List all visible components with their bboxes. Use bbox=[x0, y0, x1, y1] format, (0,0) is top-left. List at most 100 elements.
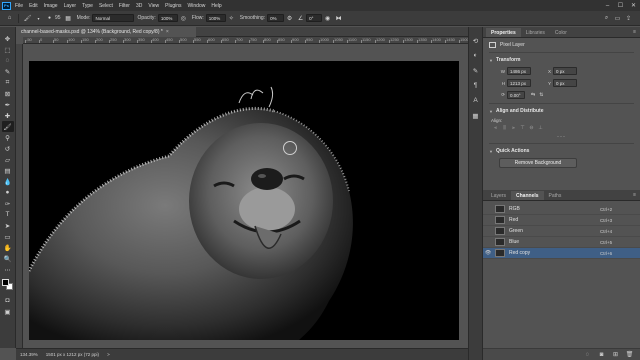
transform-section-title[interactable]: ▼ Transform bbox=[489, 57, 634, 63]
status-menu-arrow[interactable]: > bbox=[107, 352, 110, 357]
frame-tool-icon[interactable]: ⊠ bbox=[2, 88, 14, 99]
y-field[interactable]: 0 px bbox=[553, 79, 577, 87]
menu-help[interactable]: Help bbox=[211, 3, 221, 9]
quick-select-tool-icon[interactable]: ✎ bbox=[2, 66, 14, 77]
channel-row-red[interactable]: Red Ctrl+3 bbox=[483, 215, 640, 226]
brush-tip-icon[interactable]: ● bbox=[45, 14, 54, 23]
move-tool-icon[interactable]: ✥ bbox=[2, 33, 14, 44]
pen-tool-icon[interactable]: ✑ bbox=[2, 198, 14, 209]
canvas-area[interactable] bbox=[23, 44, 468, 348]
foreground-color-swatch[interactable] bbox=[1, 279, 9, 286]
menu-3d[interactable]: 3D bbox=[136, 3, 142, 9]
brush-tool-preset-icon[interactable]: 🖌 bbox=[23, 14, 32, 23]
menu-plugins[interactable]: Plugins bbox=[165, 3, 181, 9]
maximize-button[interactable]: ☐ bbox=[614, 2, 627, 9]
mode-select[interactable]: Normal bbox=[92, 14, 135, 22]
clone-stamp-tool-icon[interactable]: ⚲ bbox=[2, 132, 14, 143]
align-top-icon[interactable]: ⊤ bbox=[518, 125, 527, 132]
swatches-icon[interactable]: ▦ bbox=[470, 110, 481, 121]
tab-color[interactable]: Color bbox=[550, 28, 572, 37]
hand-tool-icon[interactable]: ✋ bbox=[2, 242, 14, 253]
history-brush-tool-icon[interactable]: ↺ bbox=[2, 143, 14, 154]
align-bottom-icon[interactable]: ⊥ bbox=[536, 125, 545, 132]
healing-tool-icon[interactable]: ✚ bbox=[2, 110, 14, 121]
tab-properties[interactable]: Properties bbox=[486, 28, 521, 37]
flow-field[interactable]: 100% bbox=[205, 14, 226, 22]
pressure-opacity-icon[interactable]: ◎ bbox=[179, 14, 188, 23]
chevron-down-icon[interactable]: ▾ bbox=[34, 14, 43, 23]
brush-size-value[interactable]: 95 bbox=[55, 15, 61, 21]
brush-settings-icon[interactable]: ▦ bbox=[64, 14, 73, 23]
opacity-field[interactable]: 100% bbox=[157, 14, 178, 22]
eraser-tool-icon[interactable]: ▱ bbox=[2, 154, 14, 165]
height-field[interactable]: 1213 px bbox=[507, 79, 531, 87]
screen-mode-icon[interactable]: ▣ bbox=[2, 306, 14, 317]
adjustments-icon[interactable]: ◐ bbox=[470, 50, 481, 61]
minimize-button[interactable]: – bbox=[601, 3, 614, 9]
crop-tool-icon[interactable]: ⌗ bbox=[2, 77, 14, 88]
gear-icon[interactable]: ⚙ bbox=[285, 14, 294, 23]
menu-view[interactable]: View bbox=[148, 3, 159, 9]
document-image[interactable] bbox=[29, 61, 459, 340]
blur-tool-icon[interactable]: 💧 bbox=[2, 176, 14, 187]
menu-select[interactable]: Select bbox=[99, 3, 113, 9]
tab-channels[interactable]: Channels bbox=[511, 191, 544, 200]
save-selection-icon[interactable]: ◙ bbox=[597, 352, 606, 358]
close-document-icon[interactable]: × bbox=[166, 29, 169, 35]
vertical-ruler[interactable] bbox=[16, 44, 23, 348]
airbrush-icon[interactable]: ✧ bbox=[227, 14, 236, 23]
paragraph-icon[interactable]: ¶ bbox=[470, 80, 481, 91]
brushes-icon[interactable]: ✎ bbox=[470, 65, 481, 76]
pressure-size-icon[interactable]: ◉ bbox=[323, 14, 332, 23]
horizontal-ruler[interactable]: -50 0 50 100 150 200 250 300 350 400 450 500 550 600 6… bbox=[23, 37, 468, 44]
menu-layer[interactable]: Layer bbox=[64, 3, 77, 9]
smoothing-field[interactable]: 0% bbox=[267, 14, 285, 22]
width-field[interactable]: 1486 px bbox=[507, 67, 531, 75]
path-select-tool-icon[interactable]: ➤ bbox=[2, 220, 14, 231]
marquee-tool-icon[interactable]: ⬚ bbox=[2, 44, 14, 55]
align-right-icon[interactable]: ⫸ bbox=[509, 125, 518, 132]
align-section-title[interactable]: ▼ Align and Distribute bbox=[489, 108, 634, 114]
photoshop-logo[interactable]: Ps bbox=[2, 1, 11, 10]
align-center-icon[interactable]: ⫼ bbox=[500, 125, 509, 132]
align-middle-icon[interactable]: ⊖ bbox=[527, 125, 536, 132]
document-tab[interactable]: channel-based-masks.psd @ 134% (Backgrou… bbox=[16, 27, 196, 37]
tab-paths[interactable]: Paths bbox=[544, 191, 567, 200]
workspace-icon[interactable]: ▭ bbox=[613, 14, 622, 23]
quick-actions-section-title[interactable]: ▼ Quick Actions bbox=[489, 148, 634, 154]
panel-menu-icon[interactable]: ≡ bbox=[633, 29, 636, 35]
symmetry-icon[interactable]: ⧓ bbox=[334, 14, 343, 23]
share-icon[interactable]: ⇪ bbox=[624, 14, 633, 23]
menu-file[interactable]: File bbox=[15, 3, 23, 9]
angle-field[interactable]: 0.00° bbox=[507, 91, 525, 99]
quick-mask-icon[interactable]: ◘ bbox=[2, 295, 14, 306]
menu-image[interactable]: Image bbox=[44, 3, 58, 9]
new-channel-icon[interactable]: ⊞ bbox=[611, 351, 620, 358]
brush-tool-icon[interactable]: 🖌 bbox=[1, 121, 14, 132]
color-swatches[interactable] bbox=[1, 279, 14, 291]
brush-angle-field[interactable]: 0° bbox=[306, 14, 323, 22]
flip-horizontal-icon[interactable]: ⇆ bbox=[531, 92, 535, 98]
type-tool-icon[interactable]: T bbox=[2, 209, 14, 220]
eyedropper-tool-icon[interactable]: ✒ bbox=[2, 99, 14, 110]
channel-row-rgb[interactable]: RGB Ctrl+2 bbox=[483, 204, 640, 215]
character-icon[interactable]: A bbox=[470, 95, 481, 106]
menu-window[interactable]: Window bbox=[188, 3, 206, 9]
menu-filter[interactable]: Filter bbox=[119, 3, 130, 9]
align-left-icon[interactable]: ⫷ bbox=[491, 125, 500, 132]
home-icon[interactable]: ⌂ bbox=[5, 14, 14, 23]
menu-type[interactable]: Type bbox=[82, 3, 93, 9]
history-icon[interactable]: ⟲ bbox=[470, 35, 481, 46]
close-button[interactable]: ✕ bbox=[627, 2, 640, 9]
menu-edit[interactable]: Edit bbox=[29, 3, 38, 9]
gradient-tool-icon[interactable]: ▤ bbox=[2, 165, 14, 176]
tab-libraries[interactable]: Libraries bbox=[521, 28, 550, 37]
zoom-level[interactable]: 134.39% bbox=[20, 352, 38, 357]
lasso-tool-icon[interactable]: ◌ bbox=[2, 55, 14, 66]
zoom-tool-icon[interactable]: 🔍 bbox=[2, 253, 14, 264]
more-options-icon[interactable]: ··· bbox=[489, 134, 634, 140]
channel-row-red-copy[interactable]: 👁 Red copy Ctrl+6 bbox=[483, 248, 640, 259]
shape-tool-icon[interactable]: ▭ bbox=[2, 231, 14, 242]
panel-menu-icon[interactable]: ≡ bbox=[633, 192, 636, 198]
load-selection-icon[interactable]: ◌ bbox=[583, 352, 592, 358]
